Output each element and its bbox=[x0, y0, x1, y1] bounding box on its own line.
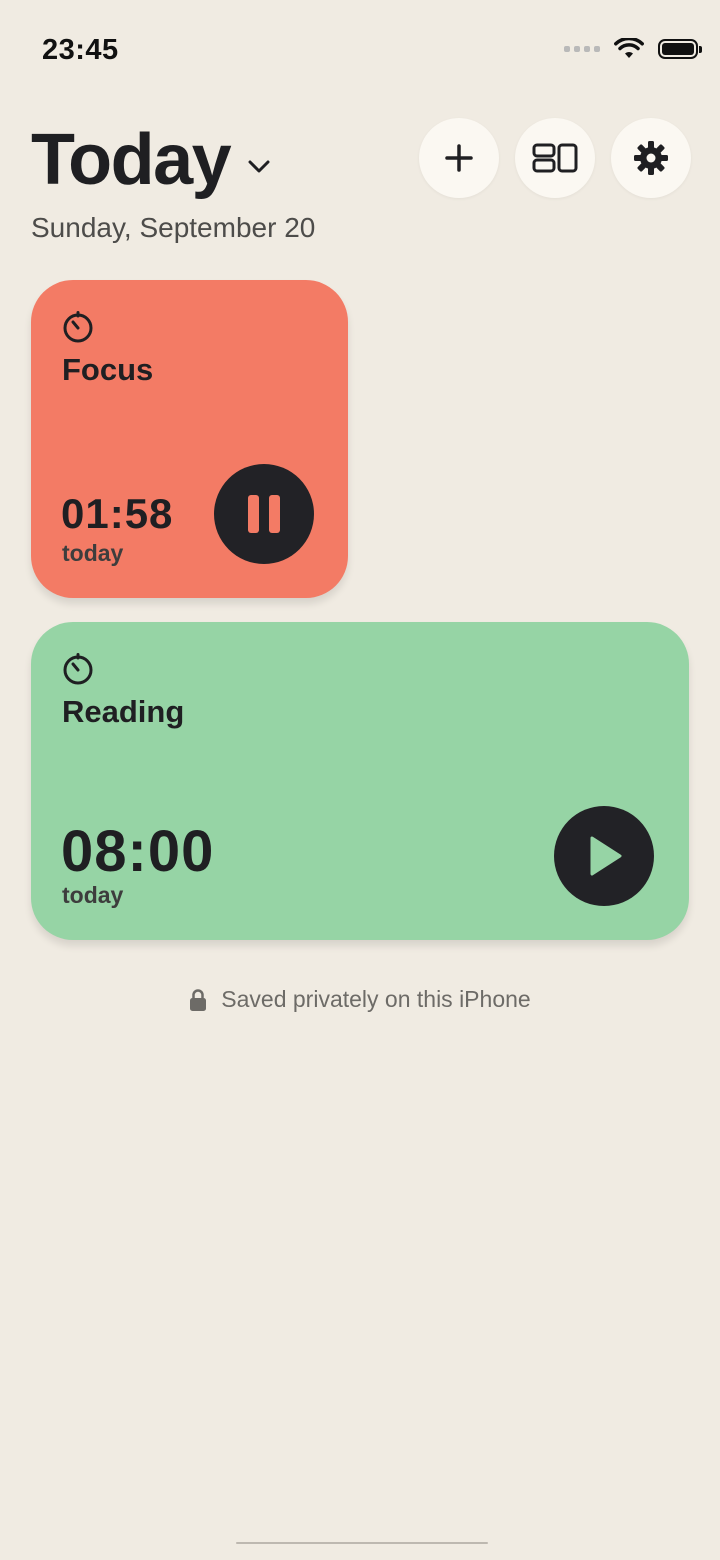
home-indicator[interactable] bbox=[236, 1542, 488, 1544]
add-button[interactable] bbox=[419, 118, 499, 198]
cellular-signal-icon bbox=[564, 46, 600, 52]
status-icons bbox=[564, 38, 702, 60]
header: Today Sunday, September 20 bbox=[31, 118, 691, 258]
pause-icon bbox=[248, 495, 280, 533]
gear-icon bbox=[634, 141, 668, 175]
status-time: 23:45 bbox=[42, 34, 119, 66]
header-actions bbox=[419, 118, 691, 198]
timer-caption: today bbox=[62, 882, 124, 908]
timer-caption: today bbox=[62, 540, 124, 566]
timer-card-reading[interactable]: Reading 08:00 today bbox=[31, 622, 689, 940]
status-bar: 23:45 bbox=[0, 0, 720, 100]
battery-icon bbox=[658, 39, 702, 59]
timer-icon bbox=[63, 311, 93, 343]
layout-button[interactable] bbox=[515, 118, 595, 198]
privacy-note: Saved privately on this iPhone bbox=[0, 986, 720, 1013]
settings-button[interactable] bbox=[611, 118, 691, 198]
plus-icon bbox=[445, 144, 473, 172]
timer-elapsed: 01:58 bbox=[61, 490, 174, 537]
timer-card-focus[interactable]: Focus 01:58 today bbox=[31, 280, 348, 598]
timer-title: Reading bbox=[62, 694, 185, 729]
date-subtitle: Sunday, September 20 bbox=[31, 212, 316, 243]
play-icon bbox=[590, 836, 622, 876]
wifi-icon bbox=[614, 38, 644, 58]
timer-icon bbox=[63, 653, 93, 685]
timer-title: Focus bbox=[62, 352, 154, 387]
layout-icon bbox=[532, 143, 578, 173]
page-title[interactable]: Today bbox=[31, 118, 232, 202]
privacy-note-text: Saved privately on this iPhone bbox=[221, 986, 531, 1012]
play-button[interactable] bbox=[554, 806, 654, 906]
chevron-down-icon[interactable] bbox=[246, 153, 272, 179]
lock-icon bbox=[190, 988, 207, 1011]
timer-elapsed: 08:00 bbox=[61, 819, 215, 884]
pause-button[interactable] bbox=[214, 464, 314, 564]
